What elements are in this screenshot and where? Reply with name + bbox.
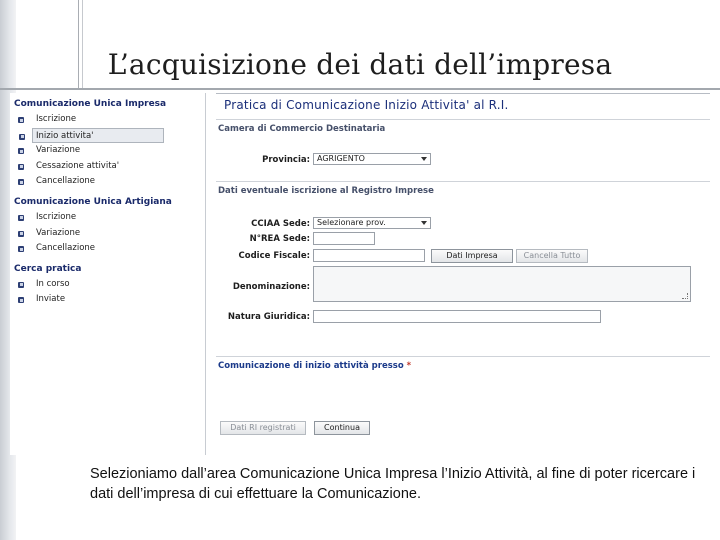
sidebar-item[interactable]: Inviate [10,292,205,308]
sidebar-item-label: Cancellazione [36,176,96,187]
natura-giuridica-label: Natura Giuridica: [227,312,310,322]
slide-decoration-bar [0,88,720,90]
top-divider [216,93,710,94]
sidebar-item[interactable]: Inizio attivita' [19,127,164,144]
codice-fiscale-label: Codice Fiscale: [238,251,310,261]
nrea-sede-input[interactable] [313,232,375,245]
sidebar-item[interactable]: Variazione [10,143,205,159]
section-comunicazione-label: Comunicazione di inizio attività presso [218,361,404,371]
codice-fiscale-input[interactable] [313,249,425,262]
sidebar-item-label: Variazione [36,227,81,238]
sidebar-item-label: Cancellazione [36,243,96,254]
sidebar-item-label: Cessazione attivita' [36,160,120,171]
bullet-square-icon [19,133,25,140]
page-title: Pratica di Comunicazione Inizio Attivita… [224,98,509,112]
sidebar-item-label: Inizio attivita' [36,130,94,141]
bullet-square-icon [18,230,24,237]
slide-caption: Selezioniamo dall’area Comunicazione Uni… [90,466,696,502]
sidebar-item[interactable]: Cancellazione [10,241,205,257]
application-screenshot: Comunicazione Unica Impresa Iscrizione Ini… [10,93,710,455]
sidebar-item-label: Inviate [36,294,66,305]
bullet-square-icon [18,179,24,186]
section-comunicazione-inizio: Comunicazione di inizio attività presso … [218,361,411,371]
cciaa-sede-select[interactable]: Selezionare prov. [313,217,431,229]
natura-giuridica-input[interactable] [313,310,601,323]
bullet-square-icon [18,297,24,304]
sidebar-item-label: In corso [36,278,70,289]
sidebar-item[interactable]: Cessazione attivita' [10,159,205,175]
dati-impresa-button[interactable]: Dati Impresa [431,249,513,263]
sidebar-item[interactable]: Variazione [10,226,205,242]
cancella-tutto-button[interactable]: Cancella Tutto [516,249,588,263]
sidebar-item[interactable]: Iscrizione [10,210,205,226]
provincia-select-value: AGRIGENTO [317,154,365,163]
cciaa-sede-select-value: Selezionare prov. [317,218,386,227]
provincia-select[interactable]: AGRIGENTO [313,153,431,165]
continua-button[interactable]: Continua [314,421,370,435]
sidebar-section-title: Cerca pratica [14,263,82,274]
bullet-square-icon [18,117,24,123]
bullet-square-icon [18,148,24,155]
dati-ri-registrati-button[interactable]: Dati RI registrati [220,421,306,435]
resize-handle-icon[interactable] [682,293,688,299]
cciaa-sede-label: CCIAA Sede: [251,219,310,229]
bullet-square-icon [18,214,24,221]
chevron-down-icon [421,157,427,161]
sidebar-item[interactable]: Cancellazione [10,174,205,190]
bullet-square-icon [18,163,24,170]
denominazione-textarea[interactable] [313,266,691,302]
section-divider [216,181,710,182]
sidebar-section-title: Comunicazione Unica Impresa [14,99,167,109]
sidebar-item-label: Variazione [36,145,81,156]
slide-title: L’acquisizione dei dati dell’impresa [107,48,613,81]
required-marker: * [406,361,412,371]
sidebar: Comunicazione Unica Impresa Iscrizione Ini… [10,93,206,455]
sidebar-item[interactable]: In corso [10,277,205,293]
section-divider [216,356,710,357]
provincia-label: Provincia: [262,155,310,165]
sidebar-section-title: Comunicazione Unica Artigiana [14,196,172,207]
form-area: Pratica di Comunicazione Inizio Attivita… [216,93,710,455]
sidebar-item[interactable]: Iscrizione [10,112,205,128]
nrea-sede-label: N°REA Sede: [249,234,310,244]
bullet-square-icon [18,281,24,288]
sidebar-item-label: Iscrizione [36,211,77,222]
section-camera-commercio: Camera di Commercio Destinataria [218,124,386,134]
denominazione-label: Denominazione: [232,282,310,292]
section-divider [216,119,710,120]
chevron-down-icon [421,221,427,225]
sidebar-item-label: Iscrizione [36,114,77,124]
bullet-square-icon [18,246,24,253]
section-registro-imprese: Dati eventuale iscrizione al Registro Im… [218,186,434,196]
